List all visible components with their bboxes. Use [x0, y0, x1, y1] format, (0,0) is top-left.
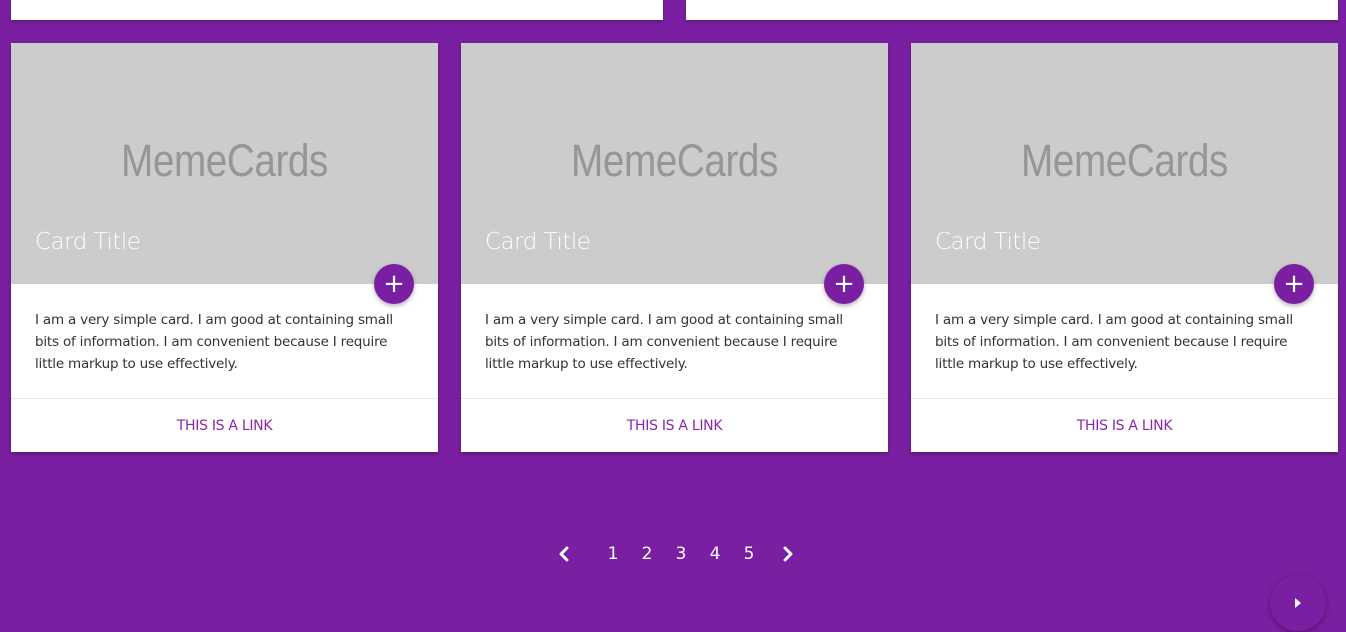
card-title: Card Title: [485, 229, 591, 255]
plus-icon: +: [383, 269, 405, 299]
card-content: I am a very simple card. I am good at co…: [935, 312, 1293, 372]
next-page-button[interactable]: [776, 537, 800, 571]
page-3[interactable]: 3: [664, 537, 698, 571]
plus-icon: +: [1283, 269, 1305, 299]
card-action: THIS IS A LINK: [461, 398, 888, 453]
card-action: THIS IS A LINK: [11, 398, 438, 453]
card-action: THIS IS A LINK: [911, 398, 1338, 453]
card-link[interactable]: THIS IS A LINK: [627, 418, 723, 434]
partial-card-top-left: [11, 0, 663, 20]
meme-card-1: MemeCards Card Title + I am a very simpl…: [11, 43, 438, 452]
page-5[interactable]: 5: [732, 537, 766, 571]
meme-card-2: MemeCards Card Title + I am a very simpl…: [461, 43, 888, 452]
card-title: Card Title: [935, 229, 1041, 255]
add-button[interactable]: +: [1274, 264, 1314, 304]
page-4[interactable]: 4: [698, 537, 732, 571]
plus-icon: +: [833, 269, 855, 299]
prev-page-button[interactable]: [552, 537, 576, 571]
card-image-text: MemeCards: [571, 135, 778, 186]
meme-card-3: MemeCards Card Title + I am a very simpl…: [911, 43, 1338, 452]
card-image: MemeCards Card Title: [911, 43, 1338, 284]
card-content: I am a very simple card. I am good at co…: [35, 312, 393, 372]
card-image: MemeCards Card Title: [461, 43, 888, 284]
card-link[interactable]: THIS IS A LINK: [1077, 418, 1173, 434]
chevron-right-icon: [783, 546, 793, 562]
card-content: I am a very simple card. I am good at co…: [485, 312, 843, 372]
play-arrow-icon: [1295, 598, 1301, 608]
add-button[interactable]: +: [374, 264, 414, 304]
card-link[interactable]: THIS IS A LINK: [177, 418, 273, 434]
corner-action-button[interactable]: [1270, 575, 1326, 631]
pagination: 1 2 3 4 5: [552, 537, 800, 571]
page-list: 1 2 3 4 5: [596, 537, 766, 571]
page-1[interactable]: 1: [596, 537, 630, 571]
card-image-text: MemeCards: [121, 135, 328, 186]
card-title: Card Title: [35, 229, 141, 255]
add-button[interactable]: +: [824, 264, 864, 304]
card-image: MemeCards Card Title: [11, 43, 438, 284]
chevron-left-icon: [559, 546, 569, 562]
partial-card-top-right: [686, 0, 1338, 20]
page-2[interactable]: 2: [630, 537, 664, 571]
card-image-text: MemeCards: [1021, 135, 1228, 186]
